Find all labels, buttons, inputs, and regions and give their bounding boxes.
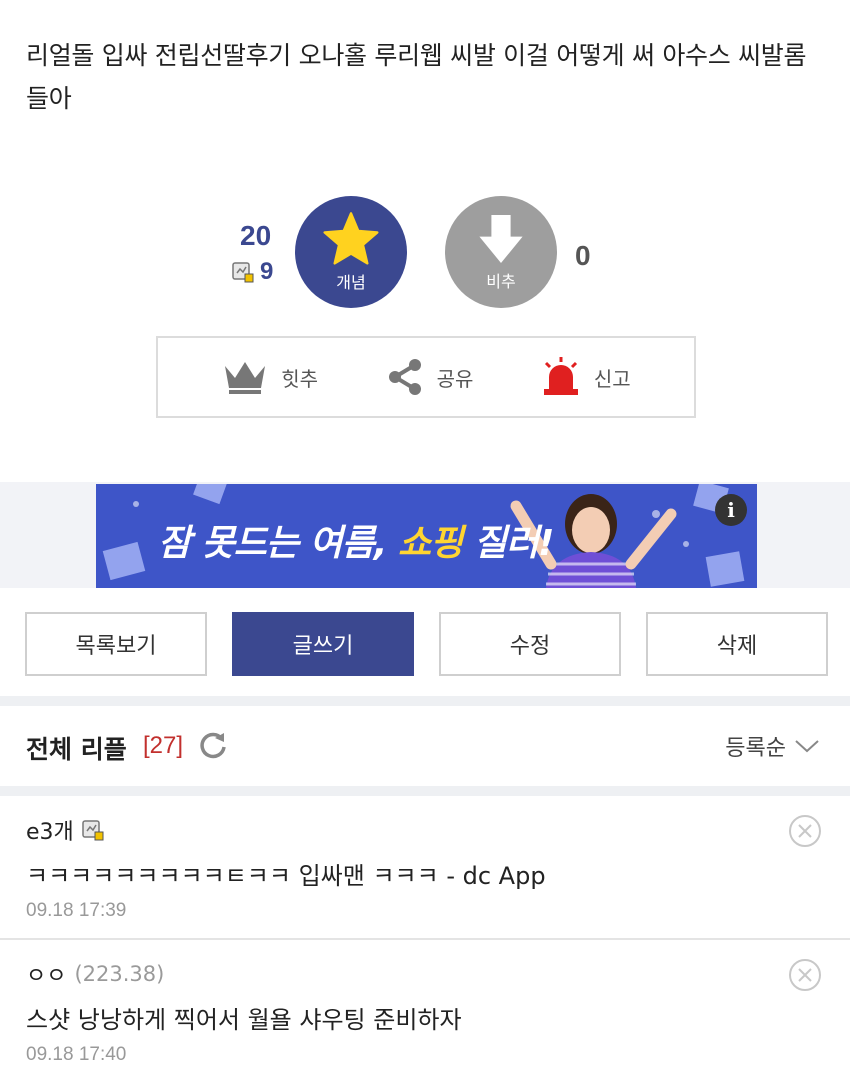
star-icon (323, 212, 379, 265)
ad-banner[interactable]: 잠 못드는 여름, 쇼핑 질러! i (96, 484, 757, 588)
comment-nickname: e3개 (26, 820, 74, 845)
close-icon[interactable] (788, 958, 822, 992)
edit-button[interactable]: 수정 (439, 612, 621, 676)
comment-text: 스샷 낭낭하게 찍어서 월욜 샤우팅 준비하자 (26, 1006, 462, 1034)
comment-author: e3개 (26, 814, 104, 846)
share-button[interactable]: 공유 (385, 357, 474, 397)
comments-title: 전체 리플 (26, 735, 127, 764)
siren-icon (543, 357, 578, 395)
downvote-count: 0 (575, 240, 591, 271)
section-divider (0, 786, 850, 796)
close-icon[interactable] (788, 814, 822, 848)
section-divider (0, 696, 850, 706)
post-actions: 힛추 공유 신고 (156, 336, 696, 418)
write-button[interactable]: 글쓰기 (232, 612, 414, 676)
report-label: 신고 (593, 366, 631, 391)
hit-label: 힛추 (281, 366, 319, 391)
ad-text-part1: 잠 못드는 여름, (158, 523, 398, 564)
ad-info-icon[interactable]: i (715, 494, 747, 526)
crown-icon (225, 362, 266, 394)
share-icon (388, 359, 421, 395)
vote-area: 20 9 개념 비추 0 (0, 196, 850, 308)
ad-headline: 잠 못드는 여름, 쇼핑 질러! (158, 514, 555, 566)
post-button-row: 목록보기 글쓰기 수정 삭제 (25, 612, 828, 676)
comment-item: e3개 ㅋㅋㅋㅋㅋㅋㅋㅋㅋㅌㅋㅋ 입싸맨 ㅋㅋㅋ - dc App 09.18 … (0, 796, 850, 940)
comment-item: ㅇㅇ (223.38) 스샷 낭낭하게 찍어서 월욜 샤우팅 준비하자 09.1… (0, 940, 850, 1082)
fixed-user-icon (232, 262, 254, 283)
comment-time: 09.18 17:39 (26, 900, 127, 921)
downvote-label: 비추 (486, 272, 516, 291)
list-button[interactable]: 목록보기 (25, 612, 207, 676)
upvote-button[interactable]: 개념 (295, 196, 407, 308)
comment-text: ㅋㅋㅋㅋㅋㅋㅋㅋㅋㅌㅋㅋ 입싸맨 ㅋㅋㅋ - dc App (26, 862, 546, 890)
sort-label: 등록순 (725, 736, 786, 761)
comments-header: 전체 리플 [27] 등록순 (0, 708, 850, 784)
fixed-upvote-count: 9 (232, 258, 273, 286)
comment-nickname: ㅇㅇ (26, 964, 67, 989)
comment-author: ㅇㅇ (223.38) (26, 958, 164, 990)
report-button[interactable]: 신고 (540, 357, 631, 397)
delete-button[interactable]: 삭제 (646, 612, 828, 676)
chevron-down-icon (795, 740, 819, 753)
arrow-down-icon (479, 215, 523, 263)
downvote-button[interactable]: 비추 (445, 196, 557, 308)
upvote-count: 20 (240, 220, 272, 251)
comment-ip: (223.38) (74, 962, 165, 986)
fixed-count-value: 9 (260, 258, 274, 285)
sort-dropdown[interactable]: 등록순 (725, 730, 820, 762)
ad-area: 잠 못드는 여름, 쇼핑 질러! i (0, 482, 850, 588)
share-label: 공유 (436, 366, 474, 391)
ad-text-part2: 질러! (462, 523, 555, 564)
hit-recommend-button[interactable]: 힛추 (221, 358, 318, 396)
comments-count: [27] (143, 732, 184, 759)
comment-time: 09.18 17:40 (26, 1044, 127, 1065)
ad-text-highlight: 쇼핑 (398, 523, 463, 564)
upvote-label: 개념 (336, 273, 366, 292)
fixed-user-icon (82, 820, 104, 841)
refresh-icon[interactable] (198, 730, 228, 760)
post-body: 리얼돌 입싸 전립선딸후기 오나홀 루리웹 씨발 이걸 어떻게 써 아수스 씨발… (26, 41, 807, 113)
